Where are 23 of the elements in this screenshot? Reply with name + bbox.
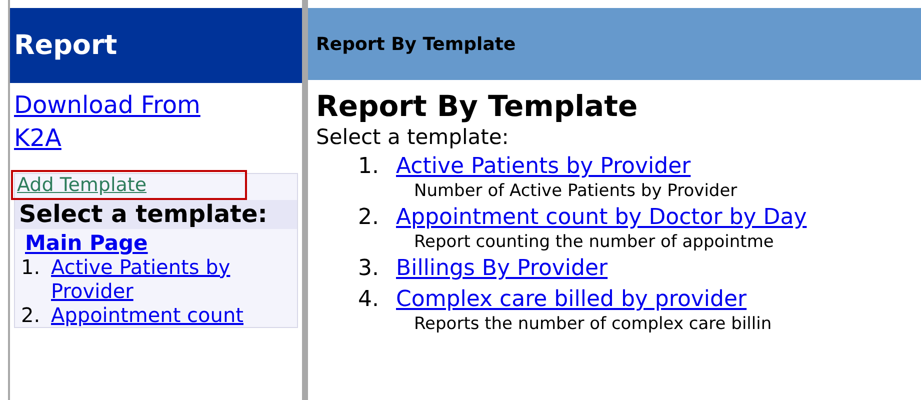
template-link[interactable]: Billings By Provider bbox=[396, 253, 608, 284]
template-link[interactable]: Complex care billed by provider bbox=[396, 284, 747, 315]
template-link[interactable]: Appointment count by Doctor by Day bbox=[396, 202, 807, 233]
list-number: 2. bbox=[21, 303, 42, 327]
list-number: 1. bbox=[21, 255, 42, 281]
template-link[interactable]: Appointment count bbox=[51, 303, 244, 327]
template-link[interactable]: Active Patients by Provider bbox=[51, 255, 297, 303]
select-heading: Select a template: bbox=[15, 200, 297, 229]
page-title: Report By Template bbox=[316, 88, 639, 124]
download-link[interactable]: Download From K2A bbox=[14, 89, 254, 155]
header-title: Report By Template bbox=[316, 34, 516, 54]
list-number: 2. bbox=[358, 204, 380, 232]
template-description: Reports the number of complex care billin bbox=[413, 313, 773, 335]
template-link[interactable]: Active Patients by Provider bbox=[396, 151, 691, 182]
list-number: 1. bbox=[358, 153, 380, 181]
list-number: 3. bbox=[358, 255, 380, 283]
template-description: Report counting the number of appointme bbox=[413, 231, 775, 253]
template-description: Number of Active Patients by Provider bbox=[413, 180, 738, 202]
add-template-link[interactable]: Add Template bbox=[17, 174, 147, 196]
sidebar-title: Report bbox=[14, 30, 118, 61]
intro-text: Select a template: bbox=[316, 124, 510, 151]
main-page-link[interactable]: Main Page bbox=[25, 231, 148, 255]
list-number: 4. bbox=[358, 286, 380, 314]
